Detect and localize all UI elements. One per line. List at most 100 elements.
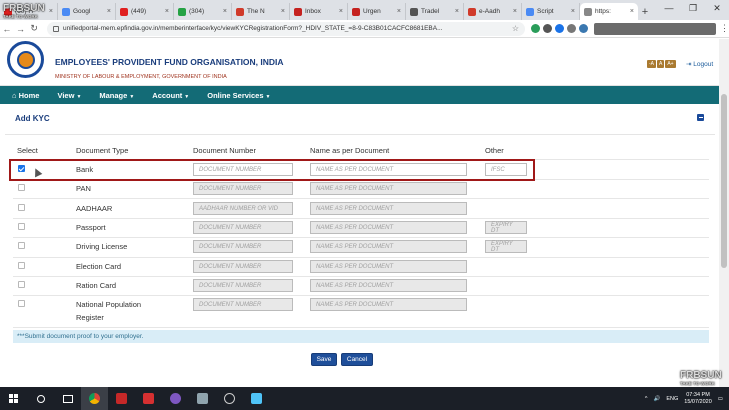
- bookmark-star-icon[interactable]: ☆: [512, 24, 519, 33]
- org-title: EMPLOYEES' PROVIDENT FUND ORGANISATION, …: [55, 57, 284, 67]
- close-tab-icon[interactable]: ×: [49, 8, 53, 15]
- select-checkbox[interactable]: [18, 281, 25, 288]
- select-checkbox[interactable]: [18, 204, 25, 211]
- browser-tab[interactable]: Tradel ×: [406, 3, 464, 20]
- url-field[interactable]: unifiedportal-mem.epfindia.gov.in/member…: [47, 21, 526, 36]
- search-icon[interactable]: [27, 387, 54, 410]
- clock[interactable]: 07:34 PM 15/07/2020: [684, 392, 712, 406]
- close-tab-icon[interactable]: ×: [455, 8, 459, 15]
- nav-item-online-services[interactable]: Online Services ▼: [207, 91, 270, 100]
- document-number-input[interactable]: DOCUMENT NUMBER: [193, 279, 293, 292]
- extension-icon[interactable]: [579, 24, 589, 33]
- document-number-input[interactable]: AADHAAR NUMBER OR VID: [193, 202, 293, 215]
- tab-title: Script: [537, 8, 554, 15]
- select-checkbox[interactable]: [18, 242, 25, 249]
- bank-row-highlight: [9, 159, 535, 181]
- nav-item-home[interactable]: ⌂ Home: [12, 91, 39, 100]
- nav-item-manage[interactable]: Manage ▼: [99, 91, 134, 100]
- extension-icon[interactable]: [555, 24, 565, 33]
- minimize-button[interactable]: —: [657, 0, 681, 16]
- browser-tab[interactable]: Urgen ×: [348, 3, 406, 20]
- close-tab-icon[interactable]: ×: [513, 8, 517, 15]
- close-tab-icon[interactable]: ×: [339, 8, 343, 15]
- app-icon[interactable]: [216, 387, 243, 410]
- volume-icon[interactable]: 🔊: [653, 396, 660, 402]
- browser-tab[interactable]: Googl ×: [58, 3, 116, 20]
- document-number-input[interactable]: DOCUMENT NUMBER: [193, 298, 293, 311]
- name-as-per-document-input[interactable]: NAME AS PER DOCUMENT: [310, 240, 467, 253]
- save-button[interactable]: Save: [311, 353, 337, 366]
- close-tab-icon[interactable]: ×: [397, 8, 401, 15]
- row-divider: [13, 198, 709, 199]
- document-number-input[interactable]: DOCUMENT NUMBER: [193, 260, 293, 273]
- collapse-panel-button[interactable]: [697, 114, 704, 121]
- forward-icon[interactable]: →: [14, 24, 28, 34]
- browser-tab[interactable]: Script ×: [522, 3, 580, 20]
- close-tab-icon[interactable]: ×: [281, 8, 285, 15]
- app-icon[interactable]: [189, 387, 216, 410]
- language-indicator[interactable]: ENG: [666, 396, 678, 402]
- document-type-label: Election Card: [76, 262, 122, 271]
- close-window-button[interactable]: ✕: [705, 0, 729, 16]
- maximize-button[interactable]: ❐: [681, 0, 705, 16]
- document-number-input[interactable]: DOCUMENT NUMBER: [193, 221, 293, 234]
- chevron-up-icon[interactable]: ^: [645, 396, 648, 402]
- other-input[interactable]: EXPIRY DT: [485, 240, 527, 253]
- cancel-button[interactable]: Cancel: [341, 353, 373, 366]
- browser-tab[interactable]: Inbox ×: [290, 3, 348, 20]
- reload-icon[interactable]: ↻: [27, 23, 41, 34]
- logout-link[interactable]: ⇥ Logout: [686, 60, 713, 68]
- chrome-icon[interactable]: [81, 387, 108, 410]
- watermark-subtext: TAKE TO WORK: [680, 381, 715, 386]
- other-input[interactable]: EXPIRY DT: [485, 221, 527, 234]
- tab-title: e-Aadh: [479, 8, 500, 15]
- document-type-label: Passport: [76, 223, 106, 232]
- back-icon[interactable]: ←: [0, 24, 14, 34]
- document-number-input[interactable]: DOCUMENT NUMBER: [193, 182, 293, 195]
- name-as-per-document-input[interactable]: NAME AS PER DOCUMENT: [310, 182, 467, 195]
- select-checkbox[interactable]: [18, 300, 25, 307]
- select-checkbox[interactable]: [18, 223, 25, 230]
- scrollbar-thumb[interactable]: [721, 94, 727, 268]
- close-tab-icon[interactable]: ×: [165, 8, 169, 15]
- browser-tab[interactable]: (449) ×: [116, 3, 174, 20]
- column-header-document-number: Document Number: [193, 146, 256, 155]
- select-checkbox[interactable]: [18, 184, 25, 191]
- new-tab-button[interactable]: +: [638, 3, 652, 20]
- browser-tab[interactable]: (304) ×: [174, 3, 232, 20]
- browser-menu-icon[interactable]: ⋮: [720, 23, 729, 34]
- extension-icon[interactable]: [543, 24, 553, 33]
- browser-tab[interactable]: https: ×: [580, 3, 638, 20]
- close-tab-icon[interactable]: ×: [107, 8, 111, 15]
- font-increase-button[interactable]: A+: [665, 60, 676, 68]
- app-icon[interactable]: [243, 387, 270, 410]
- app-icon[interactable]: [162, 387, 189, 410]
- document-number-input[interactable]: DOCUMENT NUMBER: [193, 240, 293, 253]
- extension-icon[interactable]: [531, 24, 541, 33]
- task-view-icon[interactable]: [54, 387, 81, 410]
- name-as-per-document-input[interactable]: NAME AS PER DOCUMENT: [310, 260, 467, 273]
- puzzle-icon[interactable]: [567, 24, 577, 33]
- app-icon[interactable]: [135, 387, 162, 410]
- name-as-per-document-input[interactable]: NAME AS PER DOCUMENT: [310, 298, 467, 311]
- nav-item-account[interactable]: Account ▼: [152, 91, 189, 100]
- name-as-per-document-input[interactable]: NAME AS PER DOCUMENT: [310, 202, 467, 215]
- row-divider: [13, 276, 709, 277]
- browser-tab[interactable]: e-Aadh ×: [464, 3, 522, 20]
- close-tab-icon[interactable]: ×: [571, 8, 575, 15]
- browser-tab[interactable]: The N ×: [232, 3, 290, 20]
- font-decrease-button[interactable]: -A: [647, 60, 656, 68]
- font-normal-button[interactable]: A: [657, 60, 665, 68]
- close-tab-icon[interactable]: ×: [223, 8, 227, 15]
- tab-favicon-icon: [410, 7, 418, 16]
- pdf-icon[interactable]: [108, 387, 135, 410]
- ministry-subtitle: MINISTRY OF LABOUR & EMPLOYMENT, GOVERNM…: [55, 74, 227, 80]
- name-as-per-document-input[interactable]: NAME AS PER DOCUMENT: [310, 221, 467, 234]
- start-button[interactable]: [0, 387, 27, 410]
- name-as-per-document-input[interactable]: NAME AS PER DOCUMENT: [310, 279, 467, 292]
- nav-item-view[interactable]: View ▼: [57, 91, 81, 100]
- notification-icon[interactable]: ▭: [718, 396, 723, 402]
- select-checkbox[interactable]: [18, 262, 25, 269]
- page-scrollbar[interactable]: [719, 39, 729, 387]
- close-tab-icon[interactable]: ×: [630, 8, 634, 15]
